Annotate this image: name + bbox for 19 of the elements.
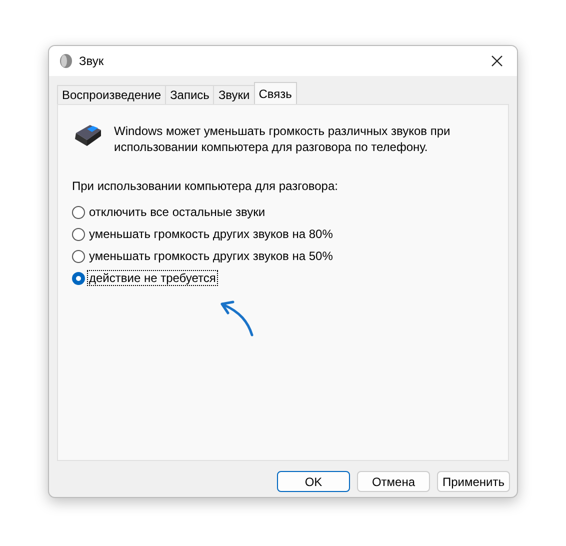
dialog-button[interactable]: Отмена <box>357 471 430 492</box>
window-title: Звук <box>79 54 105 68</box>
option-label[interactable]: отключить все остальные звуки <box>88 205 266 219</box>
tab[interactable]: Связь <box>254 82 297 104</box>
option-label[interactable]: уменьшать громкость других звуков на 50% <box>88 249 334 263</box>
group-label: При использовании компьютера для разговора: <box>72 179 339 193</box>
dialog-button[interactable]: Применить <box>437 471 510 492</box>
radio-button[interactable] <box>72 228 85 240</box>
dialog-button[interactable]: OK <box>277 471 350 492</box>
tab[interactable]: Воспроизведение <box>57 85 166 104</box>
radio-button[interactable] <box>72 272 85 284</box>
radio-button[interactable] <box>72 250 85 262</box>
radio-button[interactable] <box>72 206 85 218</box>
speaker-icon <box>59 53 73 69</box>
telephone-icon <box>72 123 102 149</box>
tab[interactable]: Звуки <box>213 85 255 104</box>
description-text: Windows может уменьшать громкость различных звуков при использовании компьютера для разговора по телефону. <box>114 123 452 155</box>
option-label[interactable]: уменьшать громкость других звуков на 80% <box>88 227 334 241</box>
option-label[interactable]: действие не требуется <box>88 271 217 285</box>
